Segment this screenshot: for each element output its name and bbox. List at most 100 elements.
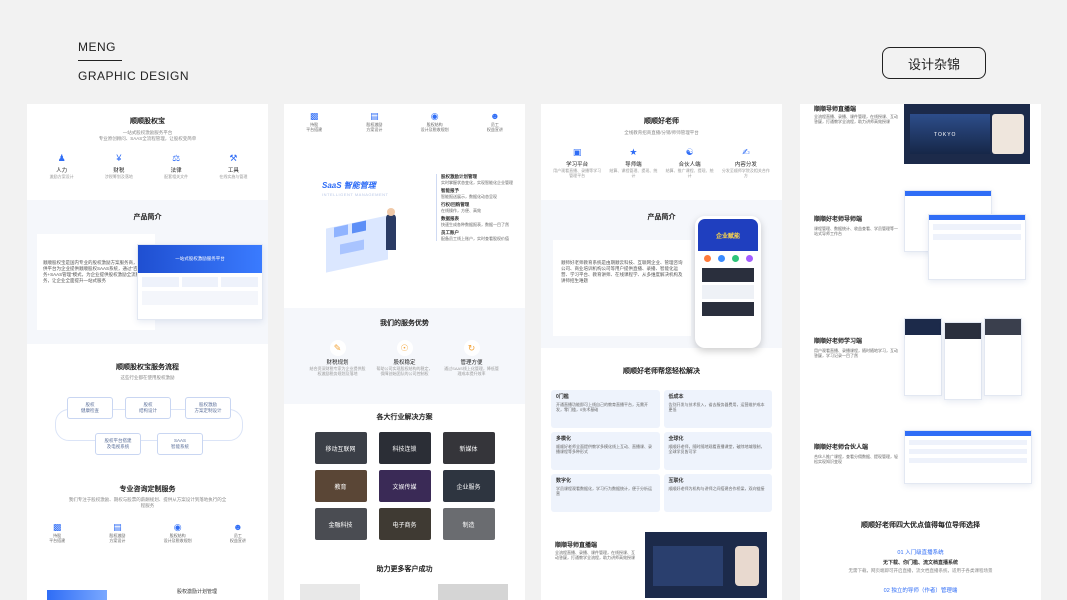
industry-tile[interactable]: 文娱传媒	[378, 470, 431, 502]
person-icon: ♟	[57, 152, 66, 163]
adv-row: ✎ 财税规划 结合资深财税专家为企业提供股权激励税务规划及落地 ☉ 股权稳定 帮助公司实…	[284, 340, 525, 376]
yen-icon: ¥	[116, 153, 122, 163]
p1-feature-tax: ¥ 财税 涉税筹划及落地	[95, 152, 143, 179]
adv-item: ✎ 财税规划 结合资深财税专家为企业提供股权激励税务规划及落地	[310, 340, 366, 376]
p3-live-title: 顺顺导师直播端	[555, 543, 598, 549]
service-platform: ▩ 持股 平台搭建	[290, 110, 338, 133]
p3-feature: ☯ 合伙人端 结算、推广课程、提现、统计	[665, 146, 714, 179]
saas-title: SaaS 智能管理	[322, 181, 376, 190]
p2-saas-section: SaaS 智能管理 INTELLIGENT MANAGEMENT 股权激励计划管…	[284, 164, 525, 306]
industry-tile[interactable]: 制造	[442, 508, 495, 540]
problem-card: 互联化 顺顺好老师为机构与讲师之间搭建合作桥梁，双向链接	[663, 474, 772, 512]
problem-grid: 0门槛 开通直播功能即可上线自己的教育直播平台，无需开发，零门槛，0技术基础 低成…	[541, 390, 782, 512]
feature-desc: 涉税筹划及落地	[104, 174, 133, 179]
partner-icon: ☯	[685, 146, 694, 157]
industry-tile[interactable]: 企业服务	[442, 470, 495, 502]
category-tag-button[interactable]: 设计杂锦	[882, 47, 986, 79]
mentor-screen	[928, 214, 1026, 280]
equity-icon: ▤	[370, 110, 379, 121]
service-name: 股权激励 方案设计	[366, 122, 383, 132]
industry-title: 各大行业解决方案	[376, 414, 433, 421]
p1-consult-title: 专业咨询定制服务	[119, 486, 176, 493]
p3-feature: ★ 导师端 结算、课程管理、提现、统计	[609, 146, 658, 179]
student-phone	[984, 318, 1022, 396]
p3-desc: 全线教育招商直播/分销/师师管理平台	[624, 130, 699, 135]
brand: MENG GRAPHIC DESIGN	[78, 40, 189, 83]
p1-service-row: ▩ 持股 平台搭建 ▤ 股权激励 方案设计 ◉ 股权结构 设计及税收规划 ☻ 员工 权益宣讲	[27, 521, 268, 544]
p1-flow-desc: 这些行业都在使用股权激励	[120, 375, 175, 380]
feature-name: 财税	[113, 168, 125, 174]
panel-saas[interactable]: ▩ 持股 平台搭建 ▤ 股权激励 方案设计 ◉ 股权结构 设计及税收规划 ☻ 员工 权益宣讲 S…	[284, 104, 525, 600]
platform-icon: ▩	[309, 110, 319, 121]
p4-mentor-text: 课程管理、数据统计、收益查看、学员管理等一站式导师工作台	[814, 226, 898, 236]
staff-icon: ☻	[233, 522, 243, 532]
share-icon: ✍	[742, 146, 750, 157]
industry-tile[interactable]: 金融科技	[314, 508, 367, 540]
feature-name: 工具	[227, 168, 239, 174]
point1-title: 无下载、你门槛、流文档直播系统	[882, 560, 958, 566]
p1-intro-title: 产品简介	[133, 214, 162, 221]
saas-item: 股权激励计划管理 实时掌握状态变化，实现智能化企业管理	[441, 174, 513, 185]
p1-feature-hr: ♟ 人力 激励方案设计	[38, 152, 86, 180]
p1-feature-law: ⚖ 法律 配套相关文件	[152, 152, 200, 180]
flow-node: 股权 结构设计	[125, 397, 171, 419]
p1-desc: 专业原创顾问、SAAS全流程管理，让股权变简单	[98, 136, 197, 141]
industry-tile[interactable]: 教育	[314, 470, 367, 502]
p3-phone-mockup: 企业赋能	[695, 216, 761, 348]
structure-icon: ◉	[430, 110, 439, 121]
feature-desc: 配套相关文件	[164, 174, 189, 179]
industry-tile[interactable]: 新媒体	[442, 432, 495, 464]
p4-partner-text: 合伙人推广课程，查看分佣数据、提现管理，轻松实现知识变现	[814, 454, 898, 464]
help-title: 助力更多客户成功	[376, 566, 433, 573]
p3-intro-card: 顺师好老师教育系统是由期顺云科技、互联网企业、管理咨询公司、商业培训机构公司等用…	[553, 240, 691, 336]
service-equity: ▤ 股权激励 方案设计	[350, 110, 398, 133]
industry-tile[interactable]: 电子商务	[378, 508, 431, 540]
gavel-icon: ⚖	[172, 152, 181, 163]
brand-line2: GRAPHIC DESIGN	[78, 69, 190, 83]
student-phone	[904, 318, 942, 396]
p1-bottom-label: 股权激励计划管理	[177, 589, 218, 595]
doc-check-icon: ✎	[329, 340, 346, 356]
point2-label: 02 独立的导师（作者）管理端	[883, 588, 958, 594]
panel-teacher-clients[interactable]: 顺顺导师直播端 全流程直播、录播、课件管理，在线授课、互动答疑，打通教学全流程，…	[800, 104, 1041, 600]
equity-icon: ▤	[113, 521, 122, 532]
p4-partner-title: 顺顺好老师合伙人端	[814, 445, 869, 451]
panel-good-teacher[interactable]: 顺顺好老师 全线教育招商直播/分销/师师管理平台 ▣ 学习平台 用户观看直播、录播等…	[541, 104, 782, 600]
guide-icon: ★	[629, 146, 638, 157]
brand-divider	[78, 60, 122, 61]
flow-node: 股权激励 方案定制设计	[185, 397, 231, 419]
p4-mentor-title: 顺顺好老师导师端	[814, 217, 863, 223]
monitor-icon: ▣	[572, 146, 582, 157]
industry-tile[interactable]: 移动互联网	[314, 432, 367, 464]
p1-flow-section: 顺顺股权宝服务流程 这些行业都在使用股权激励 股权 健康检查 股权 结构设计 股权激…	[27, 362, 268, 467]
problem-card: 全球化 顺顺好老师，随时随地观看直播课堂，破除地域限制，全球学员皆可学	[663, 432, 772, 470]
p4-advantages-section: 顺顺好老师四大优点值得每位导师选择 01 入门级直播系统 无下载、你门槛、流文档…	[800, 520, 1041, 594]
service-name: 股权激励 方案设计	[109, 533, 126, 543]
service-name: 员工 权益宣讲	[486, 122, 503, 132]
p3-live-screenshot	[645, 532, 767, 598]
service-structure: ◉ 股权结构 设计及税收规划	[411, 110, 459, 133]
industry-tile[interactable]: 科技连锁	[378, 432, 431, 464]
p3-title: 顺顺好老师	[644, 118, 679, 125]
p1-flow-title: 顺顺股权宝服务流程	[116, 364, 179, 371]
service-staff: ☻ 员工 权益宣讲	[471, 110, 519, 132]
help-image	[438, 584, 508, 600]
service-name: 持股 平台搭建	[49, 533, 66, 543]
service-staff: ☻ 员工 权益宣讲	[214, 521, 262, 543]
p3-problems-section: 顺顺好老师帮您轻松解决 0门槛 开通直播功能即可上线自己的教育直播平台，无需开发，…	[541, 366, 782, 512]
p4-live-screenshot: TOKYO	[904, 104, 1030, 164]
shield-icon: ☉	[396, 340, 413, 356]
p3-intro-section: 产品简介 顺师好老师教育系统是由期顺云科技、互联网企业、管理咨询公司、商业培训机…	[541, 200, 782, 348]
p1-feature-row: ♟ 人力 激励方案设计 ¥ 财税 涉税筹划及落地 ⚖ 法律 配套相关文件 ⚒ 工具 在线实施与管…	[27, 152, 268, 180]
panel-equity-treasure[interactable]: 顺顺股权宝 一站式股权激励服务平台 专业原创顾问、SAAS全流程管理，让股权变简…	[27, 104, 268, 600]
help-image	[300, 584, 360, 600]
p1-hero: 顺顺股权宝 一站式股权激励服务平台 专业原创顾问、SAAS全流程管理，让股权变简…	[27, 116, 268, 179]
p2-service-row: ▩ 持股 平台搭建 ▤ 股权激励 方案设计 ◉ 股权结构 设计及税收规划 ☻ 员工 权益宣讲	[284, 110, 525, 133]
p1-feature-tools: ⚒ 工具 在线实施与管理	[209, 152, 257, 180]
adv-title: 我们的服务优势	[380, 320, 429, 327]
service-equity: ▤ 股权激励 方案设计	[93, 521, 141, 544]
flow-node: 股权 健康检查	[67, 397, 113, 419]
p4-student-text: 用户观看直播、录播课程，随时随地学习，互动答疑，学习记录一目了然	[814, 348, 898, 358]
problem-card: 数字化 学员课程观看数据化，学习行为数据统计，便于分析运营	[551, 474, 660, 512]
feature-desc: 在线实施与管理	[219, 174, 248, 179]
